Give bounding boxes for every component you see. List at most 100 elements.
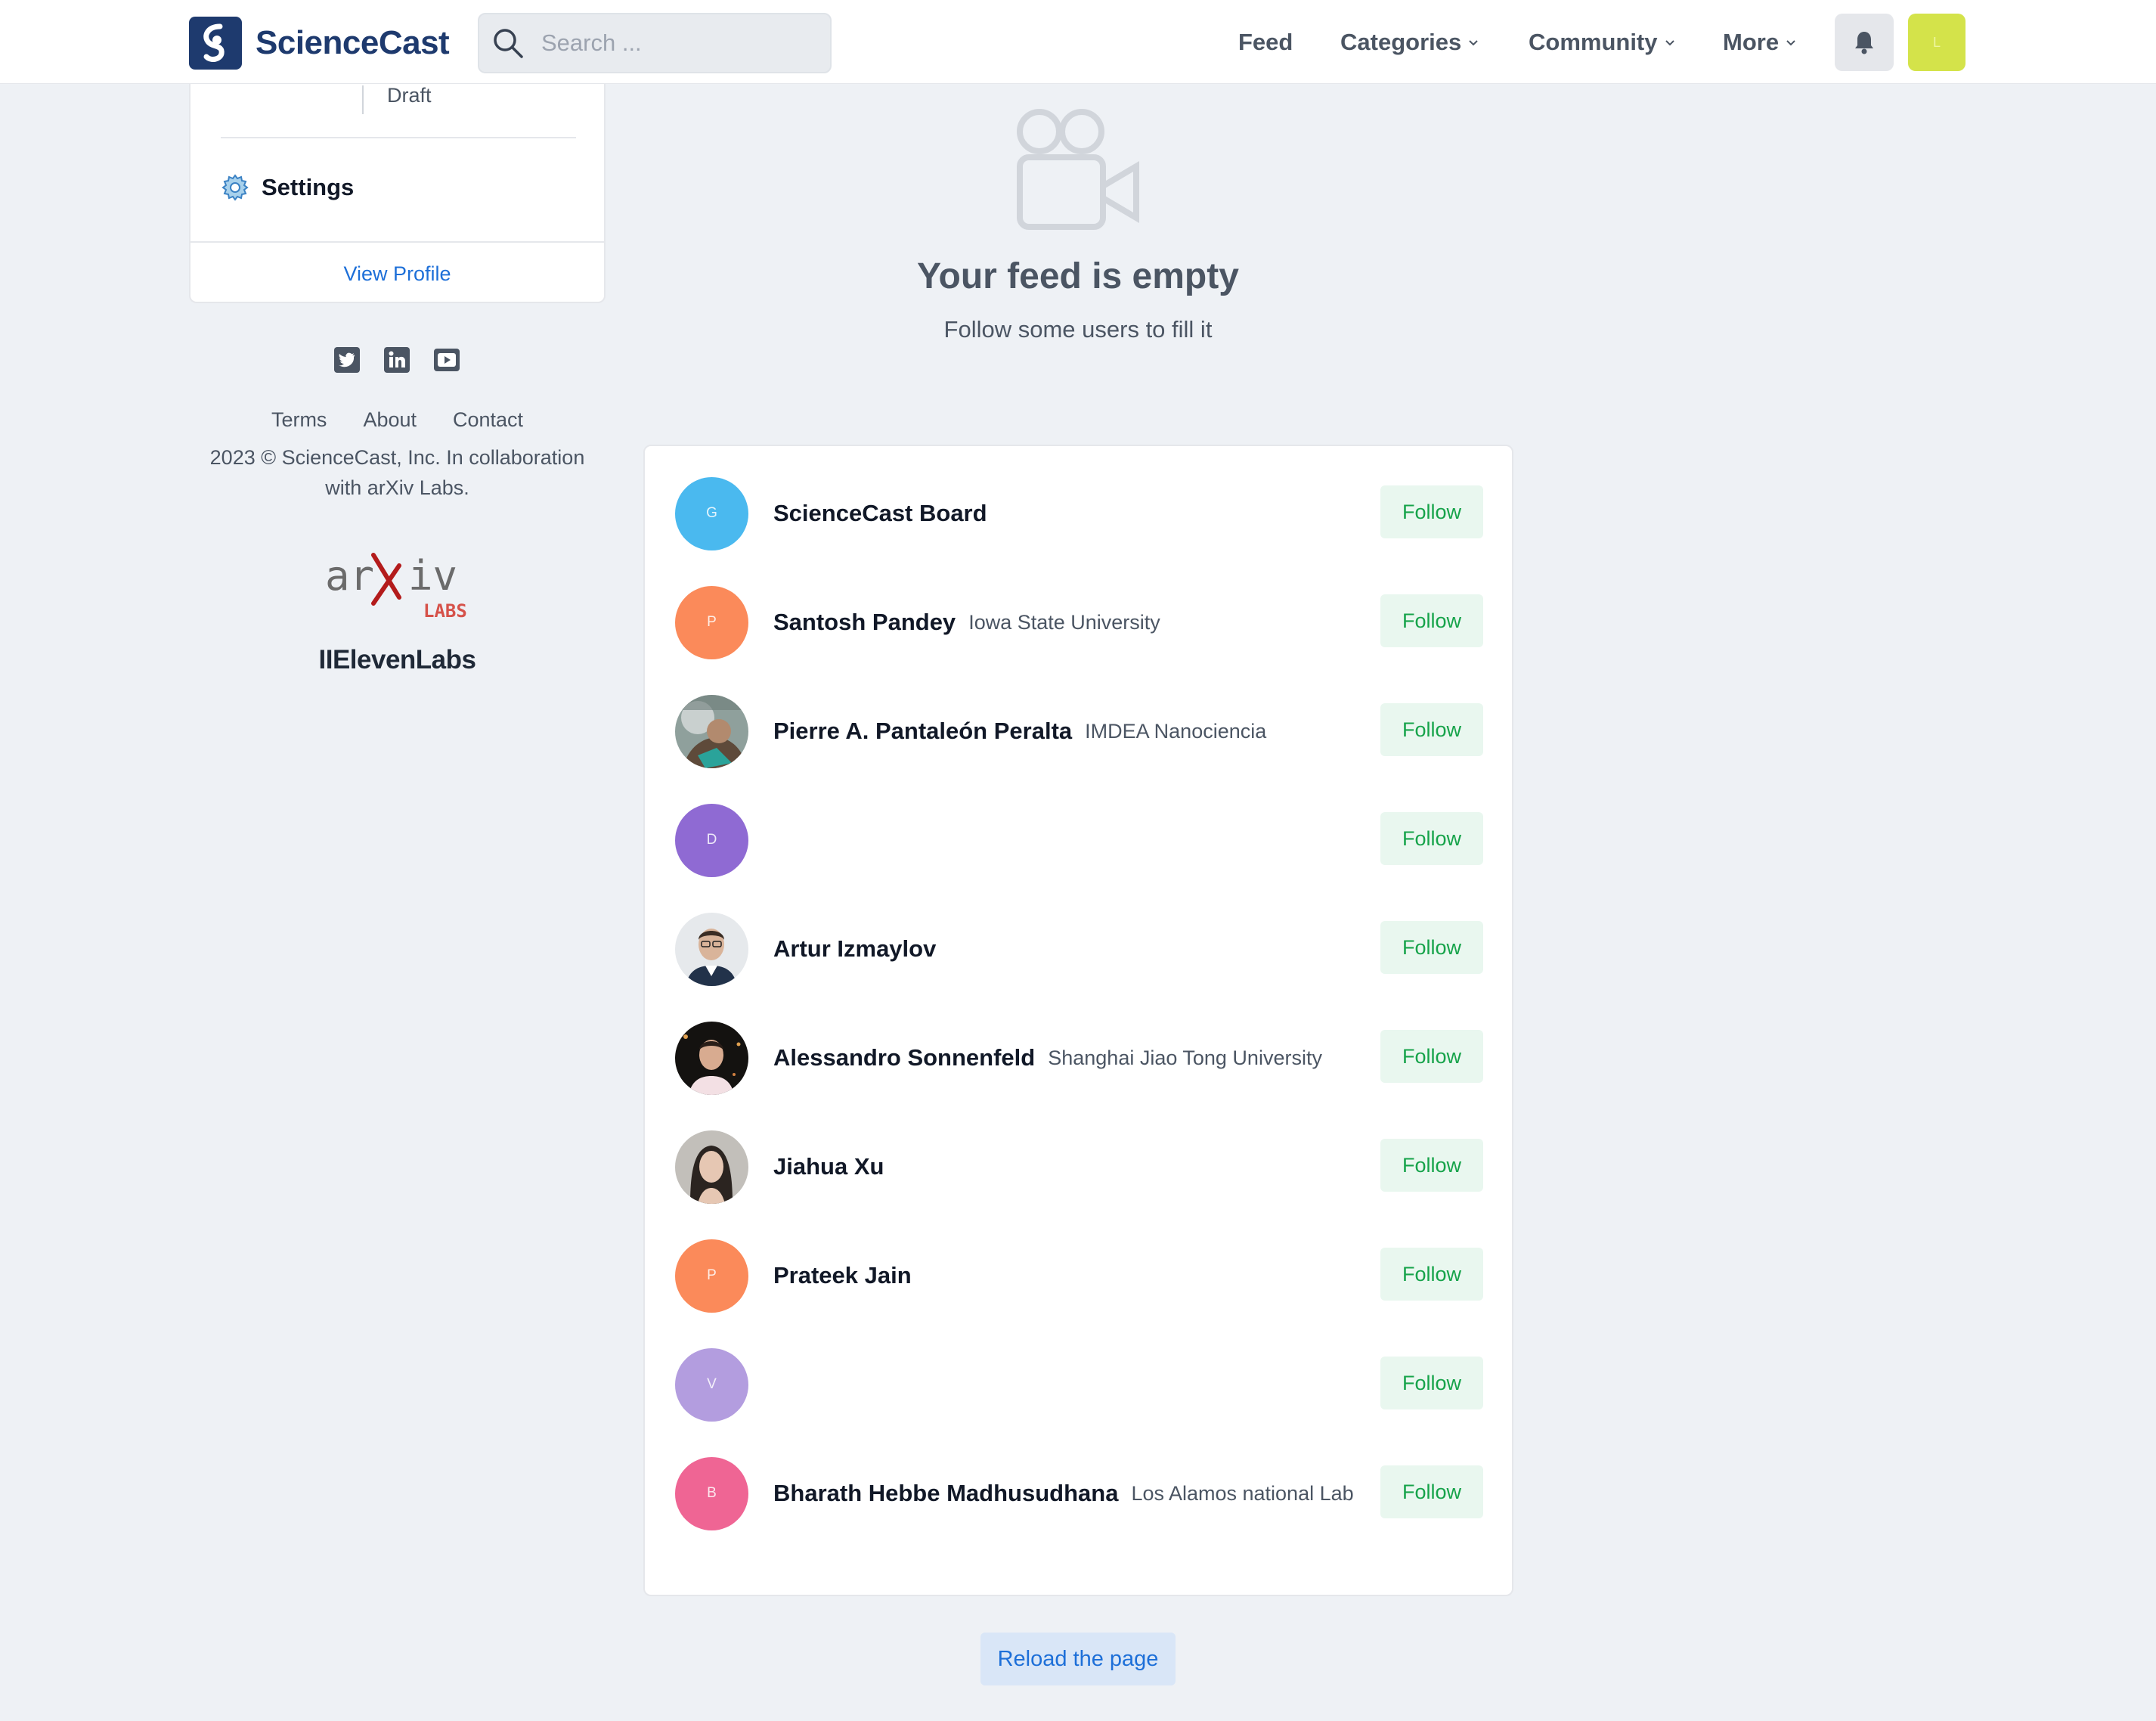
- user-photo: [675, 694, 748, 768]
- user-affiliation: Los Alamos national Lab: [1131, 1481, 1354, 1505]
- list-item: G ScienceCast Board Follow: [675, 476, 1484, 550]
- chevron-down-icon: [1469, 39, 1478, 45]
- chevron-down-icon: [1665, 39, 1674, 45]
- list-item: Alessandro Sonnenfeld Shanghai Jiao Tong…: [675, 1021, 1484, 1095]
- sidebar-profile-card: Draft Settings View Profile: [189, 84, 606, 303]
- top-navbar: ScienceCast Feed Categories Community Mo…: [0, 0, 2156, 84]
- follow-button[interactable]: Follow: [1380, 921, 1483, 974]
- avatar[interactable]: [675, 1130, 748, 1204]
- notifications-button[interactable]: [1835, 14, 1894, 71]
- user-photo: [675, 1130, 748, 1204]
- avatar[interactable]: B: [675, 1456, 748, 1530]
- avatar-initial: V: [707, 1376, 717, 1392]
- nav-more-label: More: [1723, 28, 1780, 55]
- app-name: ScienceCast: [256, 24, 450, 61]
- empty-feed-title: Your feed is empty: [917, 256, 1239, 296]
- about-link[interactable]: About: [363, 408, 417, 432]
- avatar-initial: P: [707, 1267, 717, 1283]
- follow-button[interactable]: Follow: [1380, 1465, 1483, 1518]
- search-input[interactable]: [541, 29, 813, 57]
- follow-button[interactable]: Follow: [1380, 1139, 1483, 1192]
- copyright-line-1: 2023 © ScienceCast, Inc. In collaboratio…: [209, 446, 585, 469]
- nav-more-wrap: More: [1723, 0, 1797, 84]
- user-name[interactable]: Alessandro Sonnenfeld: [773, 1044, 1035, 1071]
- follow-button[interactable]: Follow: [1380, 1357, 1483, 1409]
- svg-text:ar: ar: [325, 552, 374, 600]
- user-photo: [675, 1021, 748, 1095]
- sciencecast-logo-icon: [189, 17, 242, 70]
- nav-categories-label: Categories: [1340, 28, 1462, 55]
- avatar[interactable]: D: [675, 803, 748, 877]
- search-box[interactable]: [478, 13, 832, 73]
- view-profile-link[interactable]: View Profile: [191, 262, 604, 286]
- list-item: Artur Izmaylov Follow: [675, 912, 1484, 986]
- follow-button[interactable]: Follow: [1380, 594, 1483, 647]
- social-links: [333, 346, 460, 374]
- user-affiliation: Shanghai Jiao Tong University: [1048, 1046, 1322, 1069]
- list-item: V Follow: [675, 1347, 1484, 1422]
- sidebar-item-settings[interactable]: Settings: [221, 173, 354, 202]
- svg-text:iv: iv: [408, 552, 457, 600]
- user-name[interactable]: Prateek Jain: [773, 1262, 912, 1289]
- nav-feed-wrap: Feed: [1238, 0, 1293, 84]
- user-avatar-initial: L: [1932, 34, 1941, 50]
- sidebar-item-draft[interactable]: Draft: [387, 84, 432, 107]
- user-name[interactable]: Jiahua Xu: [773, 1153, 884, 1180]
- user-name[interactable]: Santosh Pandey: [773, 609, 956, 636]
- nav-community[interactable]: Community: [1529, 29, 1676, 56]
- user-name[interactable]: Artur Izmaylov: [773, 935, 936, 963]
- avatar[interactable]: [675, 912, 748, 986]
- arxiv-labs-logo[interactable]: ar iv LABS: [324, 550, 475, 620]
- terms-link[interactable]: Terms: [271, 408, 327, 432]
- avatar[interactable]: P: [675, 1239, 748, 1313]
- tree-line: [362, 85, 364, 114]
- sciencecast-logo[interactable]: ScienceCast: [189, 17, 450, 70]
- follow-button[interactable]: Follow: [1380, 1030, 1483, 1083]
- chevron-down-icon: [1786, 39, 1795, 45]
- list-item: P Santosh Pandey Iowa State University F…: [675, 585, 1484, 659]
- user-name[interactable]: Bharath Hebbe Madhusudhana: [773, 1480, 1118, 1507]
- user-avatar-button[interactable]: L: [1908, 14, 1965, 71]
- list-item: B Bharath Hebbe Madhusudhana Los Alamos …: [675, 1456, 1484, 1530]
- avatar[interactable]: G: [675, 476, 748, 550]
- nav-feed[interactable]: Feed: [1238, 29, 1293, 56]
- twitter-icon[interactable]: [333, 346, 361, 374]
- avatar[interactable]: [675, 694, 748, 768]
- footer-links: Terms About Contact: [189, 408, 606, 432]
- divider: [221, 137, 576, 138]
- contact-link[interactable]: Contact: [453, 408, 523, 432]
- user-name[interactable]: ScienceCast Board: [773, 500, 987, 527]
- avatar-initial: P: [707, 614, 717, 630]
- follow-button[interactable]: Follow: [1380, 812, 1483, 865]
- avatar[interactable]: V: [675, 1347, 748, 1422]
- bell-icon: [1855, 32, 1873, 54]
- copyright-line-2: with arXiv Labs.: [325, 476, 469, 499]
- avatar-initial: D: [706, 832, 717, 848]
- reload-page-button[interactable]: Reload the page: [980, 1633, 1176, 1685]
- nav-more[interactable]: More: [1723, 29, 1797, 56]
- user-photo: [675, 912, 748, 986]
- follow-button[interactable]: Follow: [1380, 485, 1483, 538]
- avatar-initial: B: [707, 1485, 717, 1501]
- search-icon: [494, 29, 523, 58]
- nav-categories[interactable]: Categories: [1340, 29, 1479, 56]
- follow-button[interactable]: Follow: [1380, 1248, 1483, 1301]
- avatar[interactable]: P: [675, 585, 748, 659]
- elevenlabs-logo[interactable]: IIElevenLabs: [189, 645, 606, 675]
- divider: [191, 241, 604, 243]
- list-item: P Prateek Jain Follow: [675, 1239, 1484, 1313]
- empty-feed-subtitle: Follow some users to fill it: [943, 316, 1213, 343]
- svg-text:LABS: LABS: [423, 600, 467, 620]
- nav-categories-wrap: Categories: [1340, 0, 1479, 84]
- copyright-text: 2023 © ScienceCast, Inc. In collaboratio…: [189, 442, 606, 503]
- user-affiliation: Iowa State University: [968, 610, 1160, 634]
- avatar-initial: G: [706, 505, 717, 521]
- avatar[interactable]: [675, 1021, 748, 1095]
- user-name[interactable]: Pierre A. Pantaleón Peralta: [773, 718, 1072, 745]
- sidebar-item-settings-label: Settings: [262, 174, 355, 200]
- follow-button[interactable]: Follow: [1380, 703, 1483, 756]
- youtube-icon[interactable]: [433, 346, 460, 374]
- linkedin-icon[interactable]: [383, 346, 410, 374]
- nav-community-wrap: Community: [1529, 0, 1676, 84]
- list-item: D Follow: [675, 803, 1484, 877]
